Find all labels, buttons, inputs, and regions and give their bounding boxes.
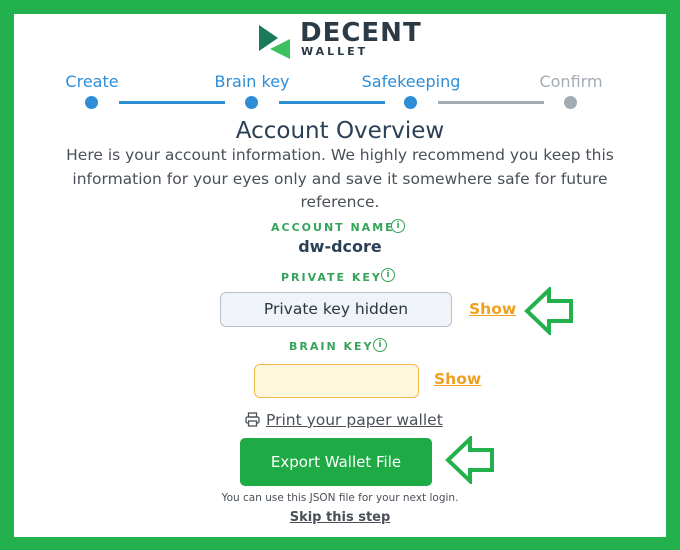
print-paper-wallet-text: Print your paper wallet — [266, 411, 443, 429]
logo-mark-icon — [259, 25, 290, 59]
step-connector-1 — [119, 101, 225, 104]
printer-icon — [245, 412, 260, 427]
step-create-label: Create — [65, 72, 119, 91]
brain-key-info-icon[interactable]: i — [373, 338, 387, 352]
account-name-label: ACCOUNT NAME — [271, 221, 395, 234]
step-safekeeping-label: Safekeeping — [361, 72, 461, 91]
private-key-show-link[interactable]: Show — [469, 299, 516, 319]
step-brain-key-dot — [245, 96, 258, 109]
logo-sub-text: WALLET — [301, 45, 369, 58]
step-create-dot — [85, 96, 98, 109]
logo-brand-text: DECENT — [300, 18, 422, 48]
step-confirm-dot — [564, 96, 577, 109]
account-name-info-icon[interactable]: i — [391, 219, 405, 233]
skip-step-link[interactable]: Skip this step — [0, 509, 680, 527]
step-confirm-label: Confirm — [539, 72, 603, 91]
intro-text: Here is your account information. We hig… — [66, 146, 614, 211]
account-name-value: dw-dcore — [298, 237, 382, 256]
export-wallet-file-button[interactable]: Export Wallet File — [240, 438, 432, 486]
step-connector-2 — [279, 101, 385, 104]
export-hint-text: You can use this JSON file for your next… — [221, 492, 459, 504]
brain-key-label: BRAIN KEY — [289, 340, 374, 353]
step-connector-3 — [438, 101, 544, 104]
step-safekeeping-dot — [404, 96, 417, 109]
private-key-info-icon[interactable]: i — [381, 268, 395, 282]
arrow-left-icon — [445, 436, 494, 484]
brain-key-show-link[interactable]: Show — [434, 369, 481, 389]
brain-key-field[interactable] — [254, 364, 419, 398]
step-brain-key-label: Brain key — [214, 72, 290, 91]
private-key-label: PRIVATE KEY — [281, 271, 382, 284]
private-key-field: Private key hidden — [220, 292, 452, 327]
page-title: Account Overview — [235, 118, 445, 144]
arrow-left-icon — [524, 287, 573, 335]
decent-wallet-logo: DECENT WALLET — [256, 19, 421, 61]
print-paper-wallet-link[interactable]: Print your paper wallet — [245, 410, 443, 430]
